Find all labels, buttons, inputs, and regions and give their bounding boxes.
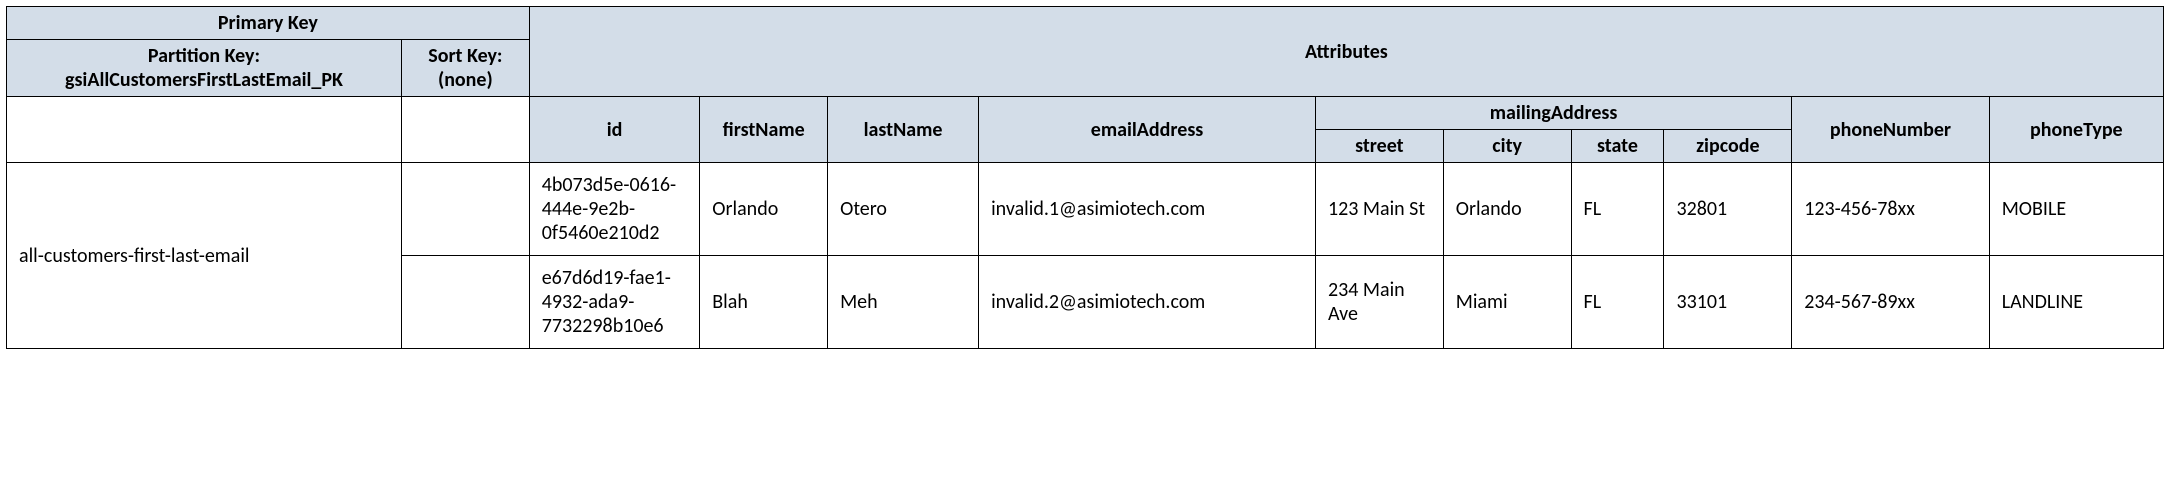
sk-spacer: [401, 97, 529, 163]
cell-zipcode: 32801: [1664, 163, 1792, 256]
col-zipcode: zipcode: [1664, 130, 1792, 163]
col-firstname: firstName: [700, 97, 828, 163]
col-id: id: [529, 97, 700, 163]
cell-emailaddress: invalid.2@asimiotech.com: [979, 256, 1316, 349]
cell-firstname: Blah: [700, 256, 828, 349]
col-lastname: lastName: [828, 97, 979, 163]
dynamodb-gsi-table: Primary Key Attributes Partition Key: gs…: [6, 6, 2164, 349]
sort-value: [401, 163, 529, 256]
partition-key-header: Partition Key: gsiAllCustomersFirstLastE…: [7, 40, 402, 97]
col-mailingaddress: mailingAddress: [1315, 97, 1791, 130]
cell-phonenumber: 234-567-89xx: [1792, 256, 1989, 349]
attributes-header: Attributes: [529, 7, 2163, 97]
cell-phonenumber: 123-456-78xx: [1792, 163, 1989, 256]
table-row: all-customers-first-last-email 4b073d5e-…: [7, 163, 2164, 256]
pk-spacer: [7, 97, 402, 163]
col-emailaddress: emailAddress: [979, 97, 1316, 163]
cell-street: 123 Main St: [1315, 163, 1443, 256]
cell-lastname: Otero: [828, 163, 979, 256]
cell-phonetype: LANDLINE: [1989, 256, 2163, 349]
primary-key-header: Primary Key: [7, 7, 530, 40]
sort-value: [401, 256, 529, 349]
cell-id: 4b073d5e-0616-444e-9e2b-0f5460e210d2: [529, 163, 700, 256]
sort-key-header: Sort Key: (none): [401, 40, 529, 97]
col-city: city: [1443, 130, 1571, 163]
cell-zipcode: 33101: [1664, 256, 1792, 349]
cell-state: FL: [1571, 256, 1664, 349]
col-phonenumber: phoneNumber: [1792, 97, 1989, 163]
cell-lastname: Meh: [828, 256, 979, 349]
cell-emailaddress: invalid.1@asimiotech.com: [979, 163, 1316, 256]
cell-city: Orlando: [1443, 163, 1571, 256]
col-street: street: [1315, 130, 1443, 163]
cell-state: FL: [1571, 163, 1664, 256]
col-state: state: [1571, 130, 1664, 163]
partition-value: all-customers-first-last-email: [7, 163, 402, 349]
col-phonetype: phoneType: [1989, 97, 2163, 163]
cell-phonetype: MOBILE: [1989, 163, 2163, 256]
cell-firstname: Orlando: [700, 163, 828, 256]
cell-street: 234 Main Ave: [1315, 256, 1443, 349]
cell-id: e67d6d19-fae1-4932-ada9-7732298b10e6: [529, 256, 700, 349]
cell-city: Miami: [1443, 256, 1571, 349]
